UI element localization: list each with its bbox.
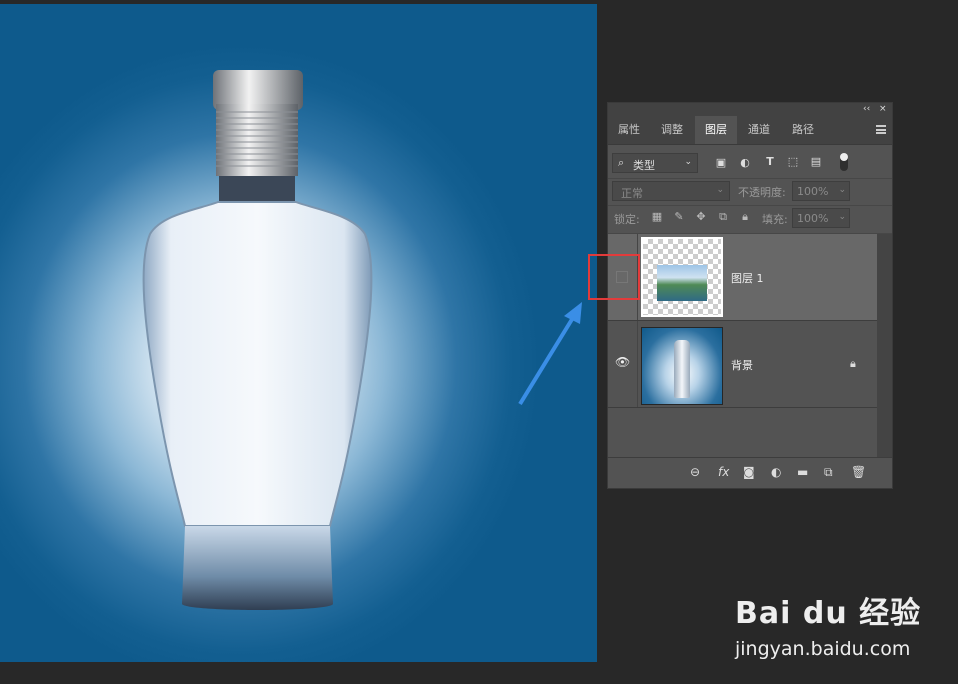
panel-menu-icon[interactable] [876,125,886,134]
eye-icon: 👁︎ [615,355,631,369]
tab-adjustments[interactable]: 调整 [651,116,693,144]
blend-mode-select[interactable]: 正常 ⌄ [612,181,730,201]
filter-adjustment-icon[interactable]: ◐ [738,156,752,169]
link-layers-icon[interactable]: ⊖ [690,465,700,479]
chevron-down-icon: ⌄ [838,185,846,195]
adjustment-layer-icon[interactable]: ◐ [771,465,781,479]
opacity-label: 不透明度: [738,186,786,199]
filter-kind-select[interactable]: ⌕ 类型 ⌄ [612,153,698,173]
watermark-url: jingyan.baidu.com [735,638,911,660]
opacity-value: 100% [797,185,829,198]
layer-mask-icon[interactable]: ◙ [743,465,755,479]
layer-row-background[interactable]: 👁︎ 背景 🔒︎ [608,321,877,408]
tab-paths[interactable]: 路径 [782,116,824,144]
highlight-box-annotation [588,254,640,300]
collapse-icon[interactable]: ‹‹ [863,103,870,116]
baidu-jingyan-watermark: Bai du 经验 jingyan.baidu.com [735,588,921,660]
filter-toggle-knob [840,153,848,161]
filter-toggle[interactable] [840,153,848,171]
background-thumbnail [641,327,723,405]
layers-bottom-toolbar: ⊖ fx ◙ ◐ ▬ ⧉ 🗑︎ [608,457,892,488]
landscape-image [657,265,707,301]
layer-1-thumbnail [641,237,723,317]
filter-kind-value: 类型 [633,159,655,172]
panel-tabs: 属性 调整 图层 通道 路径 [608,116,892,145]
tab-layers[interactable]: 图层 [695,116,737,144]
filter-smartobject-icon[interactable]: ▤ [809,155,823,168]
divider [608,178,892,179]
fill-label: 填充: [762,213,788,226]
filter-type-icon[interactable]: T [763,155,777,168]
delete-layer-icon[interactable]: 🗑︎ [851,465,866,479]
filter-pixel-icon[interactable]: ▣ [714,156,728,169]
visibility-toggle-background[interactable]: 👁︎ [608,321,638,407]
document-canvas[interactable] [0,4,597,662]
search-icon: ⌕ [618,156,625,169]
bottle-mini-image [674,340,690,398]
close-icon[interactable]: × [879,103,887,116]
lock-artboard-icon[interactable]: ⧉ [716,210,730,224]
tab-channels[interactable]: 通道 [738,116,780,144]
opacity-input[interactable]: 100% ⌄ [792,181,850,201]
layer-row-1[interactable]: 图层 1 [608,234,877,321]
blend-mode-value: 正常 [621,187,643,200]
panel-titlebar: ‹‹ × [608,103,892,116]
divider [608,205,892,206]
lock-label: 锁定: [614,213,640,226]
fill-value: 100% [797,212,829,225]
lock-brush-icon[interactable]: ✎ [672,210,686,223]
layers-scrollbar[interactable] [877,234,892,458]
pointer-arrow-annotation [518,302,582,406]
filter-shape-icon[interactable]: ⬚ [786,155,800,168]
baidu-logo-text: Bai du 经验 [735,596,922,631]
layers-panel: ‹‹ × 属性 调整 图层 通道 路径 ⌕ 类型 ⌄ ▣ ◐ T ⬚ ▤ 正常 … [607,102,893,489]
new-layer-icon[interactable]: ⧉ [824,465,833,480]
fill-input[interactable]: 100% ⌄ [792,208,850,228]
chevron-down-icon: ⌄ [716,185,724,195]
lock-position-icon[interactable]: ✥ [694,210,708,223]
bottle-image [142,70,373,610]
lock-transparent-icon[interactable]: ▦ [650,210,664,223]
lock-icon: 🔒︎ [850,357,856,370]
background-layer-name[interactable]: 背景 [731,357,753,373]
chevron-down-icon: ⌄ [838,212,846,222]
fx-icon[interactable]: fx [718,465,729,479]
chevron-down-icon: ⌄ [684,157,692,167]
lock-all-icon[interactable]: 🔒︎ [738,210,752,224]
tab-properties[interactable]: 属性 [608,116,650,144]
layer-1-name[interactable]: 图层 1 [731,270,764,286]
new-group-icon[interactable]: ▬ [797,465,808,479]
